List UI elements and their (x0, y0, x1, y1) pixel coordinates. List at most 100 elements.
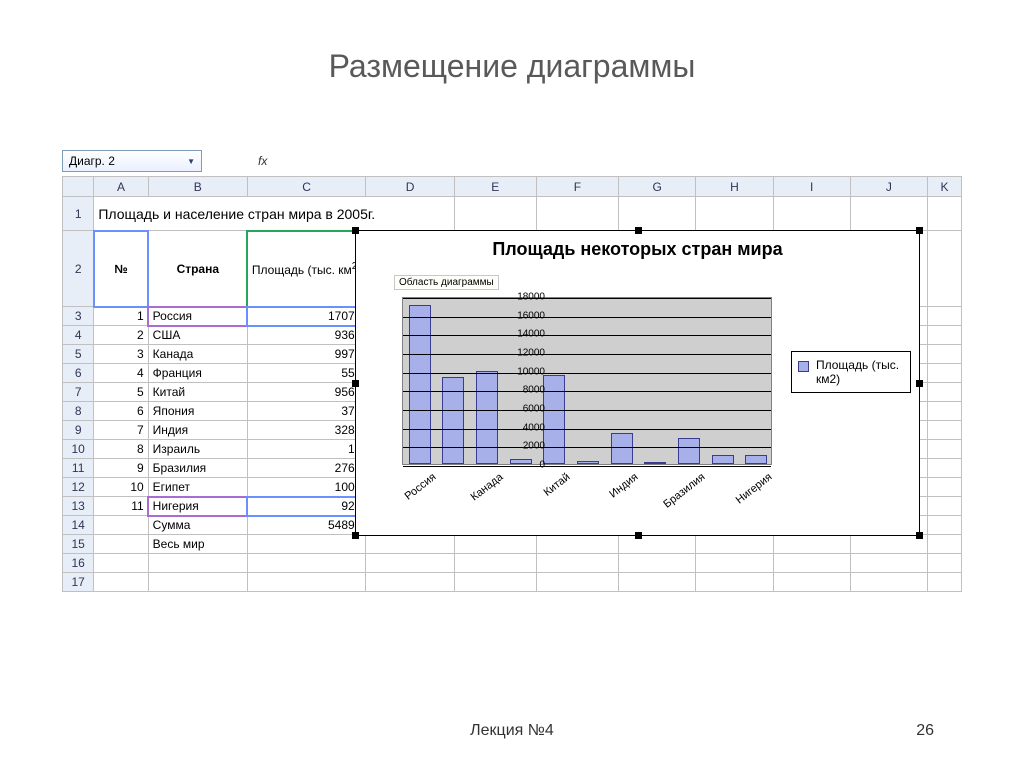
resize-handle[interactable] (352, 532, 359, 539)
resize-handle[interactable] (635, 532, 642, 539)
cell[interactable]: 1 (94, 309, 147, 323)
cell[interactable]: 7 (94, 423, 147, 437)
cell[interactable]: № (94, 262, 147, 276)
cell[interactable]: 4 (94, 366, 147, 380)
chart-legend[interactable]: Площадь (тыс. км2) (791, 351, 911, 393)
row-header[interactable]: 3 (63, 307, 94, 326)
bar[interactable] (476, 371, 498, 464)
cell[interactable]: 1002 (248, 480, 365, 494)
col-header[interactable]: H (696, 177, 773, 197)
bar[interactable] (678, 438, 700, 464)
resize-handle[interactable] (635, 227, 642, 234)
row-header[interactable]: 4 (63, 326, 94, 345)
row-header[interactable]: 2 (63, 231, 94, 307)
row-header[interactable]: 9 (63, 421, 94, 440)
row-header[interactable]: 12 (63, 478, 94, 497)
row-header[interactable]: 5 (63, 345, 94, 364)
resize-handle[interactable] (916, 380, 923, 387)
legend-label: Площадь (тыс. км2) (816, 358, 899, 386)
row-header[interactable]: 17 (63, 573, 94, 592)
cell[interactable]: 9561 (248, 385, 365, 399)
col-header[interactable]: J (850, 177, 927, 197)
cell[interactable]: 3 (94, 347, 147, 361)
col-header[interactable]: F (536, 177, 618, 197)
embedded-chart[interactable]: Площадь некоторых стран мира Область диа… (355, 230, 920, 536)
cell[interactable]: 2767 (248, 461, 365, 475)
col-header[interactable]: B (148, 177, 247, 197)
bar[interactable] (745, 455, 767, 464)
resize-handle[interactable] (352, 380, 359, 387)
row-header[interactable]: 13 (63, 497, 94, 516)
cell[interactable]: 10 (94, 480, 147, 494)
cell[interactable]: 2 (94, 328, 147, 342)
row-header[interactable]: 1 (63, 197, 94, 231)
plot-area[interactable] (402, 297, 772, 465)
resize-handle[interactable] (916, 532, 923, 539)
col-header[interactable]: C (247, 177, 365, 197)
col-header[interactable]: I (773, 177, 850, 197)
col-header[interactable]: G (618, 177, 695, 197)
x-tick-label: Бразилия (645, 471, 708, 524)
cell[interactable]: 552 (248, 366, 365, 380)
resize-handle[interactable] (352, 227, 359, 234)
cell[interactable]: 11 (94, 499, 147, 513)
col-header[interactable]: K (927, 177, 961, 197)
cell[interactable]: 3288 (248, 423, 365, 437)
row-header[interactable]: 6 (63, 364, 94, 383)
cell[interactable]: 9 (94, 461, 147, 475)
cell[interactable]: 9976 (248, 347, 365, 361)
col-header[interactable]: D (366, 177, 454, 197)
dropdown-icon[interactable]: ▼ (187, 157, 195, 166)
cell[interactable]: 14 (248, 442, 365, 456)
cell[interactable]: 54894 (248, 518, 365, 532)
cell[interactable]: 6 (94, 404, 147, 418)
cell[interactable]: Страна (149, 262, 247, 276)
bar[interactable] (442, 377, 464, 464)
col-header[interactable]: A (94, 177, 148, 197)
cell[interactable]: США (149, 328, 247, 342)
y-tick-label: 4000 (505, 422, 545, 433)
cell[interactable]: 8 (94, 442, 147, 456)
cell[interactable]: Нигерия (149, 499, 247, 513)
chart-area-tooltip: Область диаграммы (394, 275, 499, 290)
fx-icon[interactable]: fx (258, 154, 267, 168)
y-tick-label: 10000 (505, 366, 545, 377)
row-header[interactable]: 8 (63, 402, 94, 421)
cell[interactable]: 17075 (248, 309, 365, 323)
cell[interactable]: Индия (149, 423, 247, 437)
row-header[interactable]: 14 (63, 516, 94, 535)
cell[interactable]: 372 (248, 404, 365, 418)
cell[interactable]: Сумма (149, 518, 247, 532)
bar[interactable] (409, 305, 431, 464)
cell[interactable]: Китай (149, 385, 247, 399)
cell[interactable]: Площадь (тыс. км2) (248, 261, 365, 277)
cell[interactable]: Бразилия (149, 461, 247, 475)
cell[interactable]: Египет (149, 480, 247, 494)
select-all-corner[interactable] (63, 177, 94, 197)
cell[interactable]: Площадь и население стран мира в 2005г. (94, 206, 453, 222)
row-header[interactable]: 15 (63, 535, 94, 554)
bar[interactable] (577, 461, 599, 464)
cell[interactable]: 9363 (248, 328, 365, 342)
cell[interactable]: Израиль (149, 442, 247, 456)
row-header[interactable]: 10 (63, 440, 94, 459)
cell[interactable]: Россия (149, 309, 247, 323)
y-tick-label: 8000 (505, 385, 545, 396)
row-header[interactable]: 16 (63, 554, 94, 573)
row-header[interactable]: 11 (63, 459, 94, 478)
cell[interactable]: Франция (149, 366, 247, 380)
cell[interactable]: 924 (248, 499, 365, 513)
cell[interactable]: 5 (94, 385, 147, 399)
bar[interactable] (644, 462, 666, 464)
cell[interactable]: Весь мир (149, 537, 247, 551)
col-header[interactable]: E (454, 177, 536, 197)
cell[interactable]: Япония (149, 404, 247, 418)
bar[interactable] (543, 375, 565, 464)
row-header[interactable]: 7 (63, 383, 94, 402)
name-box[interactable]: Диагр. 2 ▼ (62, 150, 202, 172)
x-tick-label: Нигерия (712, 471, 775, 524)
cell[interactable]: Канада (149, 347, 247, 361)
resize-handle[interactable] (916, 227, 923, 234)
bar[interactable] (611, 433, 633, 464)
bar[interactable] (712, 455, 734, 464)
